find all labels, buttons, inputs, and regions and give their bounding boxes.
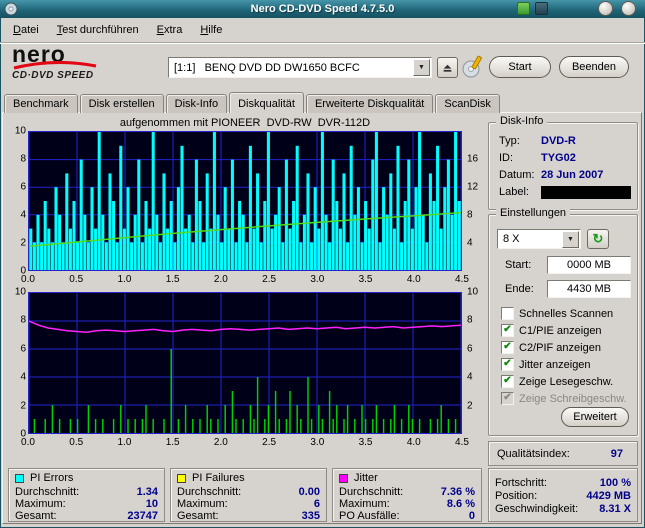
tray-icon-green[interactable] (517, 2, 530, 15)
pi-errors-chart (28, 131, 462, 271)
tab-disk-erstellen[interactable]: Disk erstellen (79, 94, 164, 113)
pi-failures-x-axis: 0.0 0.5 1.0 1.5 2.0 2.5 3.0 3.5 4.0 4.5 (21, 437, 469, 448)
titlebar: Nero CD-DVD Speed 4.7.5.0 (0, 0, 645, 18)
disc-pen-icon (462, 55, 482, 78)
app-window: Nero CD-DVD Speed 4.7.5.0 Datei Test dur… (0, 0, 645, 528)
tab-scandisk[interactable]: ScanDisk (435, 94, 500, 113)
tab-benchmark[interactable]: Benchmark (4, 94, 78, 113)
menu-item-test-durchfuehren[interactable]: Test durchführen (48, 21, 148, 39)
close-button[interactable] (621, 1, 636, 16)
tab-erweiterte-diskqualitaet[interactable]: Erweiterte Diskqualität (305, 94, 434, 113)
menu-item-extra[interactable]: Extra (148, 21, 192, 39)
window-title: Nero CD-DVD Speed 4.7.5.0 (250, 3, 395, 15)
eject-button[interactable] (437, 57, 458, 78)
quit-button[interactable]: Beenden (559, 56, 629, 78)
cdspeed-logo-text: CD·DVD SPEED (12, 70, 94, 81)
chevron-down-icon[interactable]: ▼ (413, 59, 430, 76)
eject-icon (443, 64, 452, 72)
pi-errors-x-axis: 0.0 0.5 1.0 1.5 2.0 2.5 3.0 3.5 4.0 4.5 (21, 274, 469, 285)
pi-failures-right-axis: 10 8 6 4 2 (467, 286, 479, 412)
start-button[interactable]: Start (489, 56, 551, 78)
chart-annotation: aufgenommen mit PIONEER DVD-RW DVR-112D (119, 117, 371, 129)
tabstrip: Benchmark Disk erstellen Disk-Info Diskq… (4, 92, 502, 113)
drive-select[interactable]: [1:1] BENQ DVD DD DW1650 BCFC ▼ (168, 57, 432, 78)
pi-failures-left-axis: 10 8 6 4 2 0 (14, 286, 26, 440)
tray-icon-dark[interactable] (535, 2, 548, 15)
minimize-button[interactable] (598, 1, 613, 16)
menu-item-hilfe[interactable]: Hilfe (191, 21, 231, 39)
nero-logo: nero CD·DVD SPEED (12, 43, 162, 81)
pi-errors-right-axis: 16 12 8 4 (467, 153, 479, 249)
tab-disk-info[interactable]: Disk-Info (165, 94, 228, 113)
menubar: Datei Test durchführen Extra Hilfe (0, 18, 645, 43)
tab-diskqualitaet[interactable]: Diskqualität (229, 92, 304, 113)
menu-item-datei[interactable]: Datei (4, 21, 48, 39)
pi-errors-left-axis: 10 8 6 4 2 0 (14, 125, 26, 277)
drive-select-value: [1:1] BENQ DVD DD DW1650 BCFC (174, 61, 360, 74)
pi-failures-chart (28, 292, 462, 434)
